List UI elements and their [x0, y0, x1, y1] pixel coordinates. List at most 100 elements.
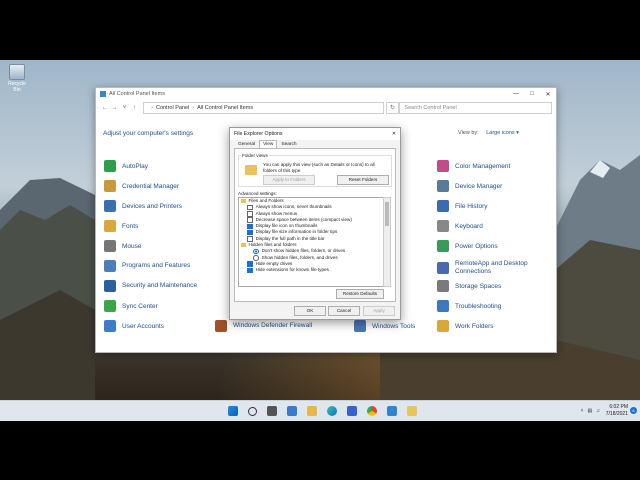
checkbox[interactable] [247, 261, 253, 267]
maximize-icon[interactable]: □ [524, 91, 540, 98]
tab-general[interactable]: General [234, 140, 259, 148]
control-panel-item[interactable]: Windows Tools [354, 320, 415, 332]
up-arrow-icon[interactable]: ↑ [129, 105, 139, 111]
store-icon[interactable] [347, 406, 357, 416]
dialog-close-icon[interactable]: ✕ [388, 131, 400, 137]
recycle-bin-icon[interactable]: Recycle Bin [4, 64, 30, 93]
control-panel-item-label: Color Management [455, 162, 511, 170]
control-panel-item-label: Programs and Features [122, 262, 191, 269]
edge-icon[interactable] [327, 406, 337, 416]
checkbox[interactable] [247, 236, 253, 242]
apply-button[interactable]: Apply [363, 306, 395, 316]
cancel-button[interactable]: Cancel [328, 306, 360, 316]
control-panel-item[interactable]: Work Folders [437, 320, 494, 332]
search-input[interactable]: Search Control Panel [399, 102, 553, 114]
task-view-icon[interactable] [267, 406, 277, 416]
control-panel-item[interactable]: Color Management [437, 160, 510, 172]
clock-date: 7/18/2021 [605, 410, 628, 417]
control-panel-taskbar-icon[interactable] [387, 406, 397, 416]
radio-button[interactable] [253, 248, 259, 255]
control-panel-item-icon [104, 280, 116, 292]
advanced-settings-tree[interactable]: Files and Folders Always show icons, neve… [238, 197, 384, 287]
control-panel-item[interactable]: Fonts [104, 220, 138, 232]
tab-search[interactable]: Search [277, 140, 300, 148]
control-panel-item-label: Work Folders [455, 322, 494, 330]
control-panel-item[interactable]: RemoteApp and Desktop Connections [437, 260, 535, 276]
clock[interactable]: 6:02 PM 7/18/2021 [606, 404, 628, 417]
dialog-title: File Explorer Options [234, 131, 283, 137]
file-explorer-icon[interactable] [307, 406, 317, 416]
control-panel-item-icon [437, 240, 449, 252]
search-icon[interactable] [248, 407, 257, 416]
address-bar[interactable]: › Control Panel › All Control Panel Item… [143, 102, 384, 114]
control-panel-item[interactable]: Power Options [437, 240, 498, 252]
checkbox[interactable] [247, 223, 253, 230]
view-by-label: View by: [458, 130, 479, 136]
apply-to-folders-button[interactable]: Apply to Folders [263, 175, 315, 185]
control-panel-item-icon [104, 200, 116, 212]
breadcrumb-control-panel[interactable]: Control Panel [156, 105, 189, 111]
control-panel-item-label: Mouse [122, 242, 142, 250]
scrollbar-thumb[interactable] [385, 202, 389, 226]
control-panel-item-label: Sync Center [122, 302, 158, 310]
restore-defaults-button[interactable]: Restore Defaults [336, 289, 384, 299]
tree-checkbox-option[interactable]: Hide extensions for known file types [239, 267, 383, 274]
checkbox[interactable] [247, 229, 253, 236]
minimize-icon[interactable]: — [508, 91, 524, 98]
control-panel-item-icon [354, 320, 366, 332]
volume-icon[interactable]: ♫ [596, 408, 600, 414]
control-panel-item[interactable]: Credential Manager [104, 180, 179, 192]
control-panel-item[interactable]: Storage Spaces [437, 280, 501, 292]
control-panel-item-icon [104, 300, 116, 312]
back-arrow-icon[interactable]: ← [100, 105, 110, 111]
checkbox[interactable] [247, 210, 253, 217]
control-panel-item-label: Fonts [122, 222, 139, 230]
close-icon[interactable]: ✕ [540, 91, 556, 98]
control-panel-item-icon [437, 160, 449, 172]
view-by-dropdown[interactable]: Large icons ▾ [486, 130, 519, 136]
radio-button[interactable] [253, 255, 259, 261]
control-panel-item[interactable]: Windows Defender Firewall [215, 320, 313, 332]
control-panel-item[interactable]: Mouse [104, 240, 142, 252]
control-panel-item[interactable]: Device Manager [437, 180, 502, 192]
checkbox[interactable] [247, 267, 253, 274]
chevron-up-icon[interactable]: ˄ [581, 408, 584, 414]
control-panel-item[interactable]: User Accounts [104, 320, 164, 332]
control-panel-item-label: Keyboard [455, 222, 483, 230]
control-panel-item[interactable]: Programs and Features [104, 260, 202, 272]
control-panel-item[interactable]: Sync Center [104, 300, 158, 312]
checkbox[interactable] [247, 204, 253, 211]
reset-folders-button[interactable]: Reset Folders [337, 175, 389, 185]
tree-scrollbar[interactable] [383, 197, 391, 287]
control-panel-item[interactable]: File History [437, 200, 488, 212]
window-title: All Control Panel Items [109, 91, 165, 97]
control-panel-item[interactable]: Security and Maintenance [104, 280, 202, 292]
network-icon[interactable]: ▤ [588, 408, 593, 414]
refresh-icon[interactable]: ↻ [385, 102, 400, 114]
control-panel-item-label: File History [455, 202, 488, 210]
folder-options-taskbar-icon[interactable] [407, 406, 417, 416]
control-panel-item-label: Storage Spaces [455, 282, 502, 290]
checkbox[interactable] [247, 217, 253, 223]
widgets-icon[interactable] [287, 406, 297, 416]
control-panel-item-label: Power Options [455, 242, 498, 250]
control-panel-item[interactable]: Keyboard [437, 220, 483, 232]
breadcrumb-separator-icon: › [192, 105, 195, 111]
system-tray: ˄ ▤ ♫ [581, 408, 600, 414]
breadcrumb-all-items[interactable]: All Control Panel Items [197, 105, 253, 111]
control-panel-item-label: Security and Maintenance [122, 282, 198, 289]
forward-arrow-icon[interactable]: → [110, 105, 120, 111]
control-panel-item-icon [437, 280, 449, 292]
control-panel-item-icon [104, 180, 116, 192]
control-panel-item-icon [104, 220, 116, 232]
start-icon[interactable] [228, 406, 238, 416]
notification-badge[interactable]: 6 [630, 407, 637, 414]
tab-view[interactable]: View [259, 140, 278, 148]
control-panel-item[interactable]: Devices and Printers [104, 200, 182, 212]
recent-chevron-icon[interactable]: ˅ [120, 105, 130, 111]
control-panel-item[interactable]: AutoPlay [104, 160, 148, 172]
chrome-icon[interactable] [367, 406, 377, 416]
control-panel-item[interactable]: Troubleshooting [437, 300, 501, 312]
ok-button[interactable]: OK [294, 306, 326, 316]
advanced-settings-label: Advanced settings: [238, 191, 277, 196]
